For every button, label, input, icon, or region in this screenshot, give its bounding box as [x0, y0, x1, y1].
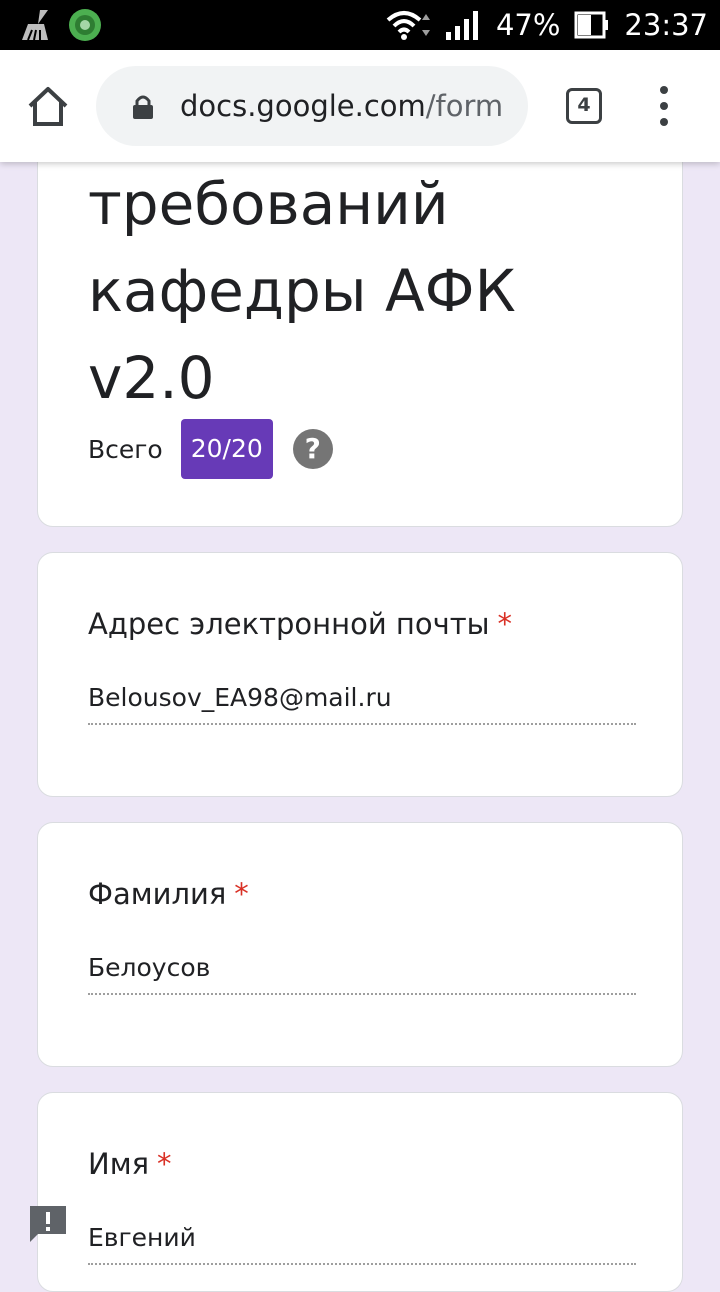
- score-row: Всего 20/20 ?: [88, 419, 333, 479]
- browser-toolbar: docs.google.com/form 4: [0, 50, 720, 162]
- required-asterisk: *: [157, 1147, 172, 1181]
- url-path: /form: [425, 89, 504, 123]
- question-card-name: Имя * Евгений: [37, 1092, 683, 1292]
- url-text: docs.google.com/form: [180, 66, 520, 146]
- status-bar: 47% 23:37: [0, 0, 720, 50]
- score-badge: 20/20: [180, 419, 273, 479]
- security-shield-icon: [69, 9, 101, 41]
- report-feedback-icon[interactable]: [28, 1204, 68, 1244]
- required-asterisk: *: [234, 877, 249, 911]
- surname-answer: Белоусов: [88, 953, 636, 995]
- cleaner-broom-icon: [22, 10, 48, 41]
- name-answer: Евгений: [88, 1223, 636, 1265]
- home-icon[interactable]: [26, 84, 70, 128]
- question-label: Адрес электронной почты *: [88, 607, 513, 641]
- tab-switcher-button[interactable]: 4: [566, 88, 602, 124]
- question-card-surname: Фамилия * Белоусов: [37, 822, 683, 1067]
- form-title: требований кафедры АФК v2.0: [88, 170, 516, 412]
- question-card-email: Адрес электронной почты * Belousov_EA98@m…: [37, 552, 683, 797]
- wifi-icon: [386, 11, 430, 40]
- url-host: docs.google.com: [180, 89, 426, 123]
- required-asterisk: *: [497, 607, 513, 641]
- help-icon[interactable]: ?: [292, 429, 333, 469]
- score-label: Всего: [88, 434, 163, 464]
- battery-icon: [574, 11, 609, 39]
- signal-icon: [445, 11, 478, 40]
- address-bar[interactable]: docs.google.com/form: [96, 66, 528, 146]
- question-label: Фамилия *: [88, 877, 249, 911]
- overflow-menu-icon[interactable]: [652, 86, 676, 130]
- battery-percent: 47%: [495, 8, 561, 42]
- lock-icon: [133, 95, 153, 119]
- form-title-card: требований кафедры АФК v2.0 Всего 20/20 …: [37, 140, 683, 527]
- email-answer: Belousov_EA98@mail.ru: [88, 683, 636, 725]
- clock-time: 23:37: [624, 8, 708, 42]
- question-label: Имя *: [88, 1147, 172, 1181]
